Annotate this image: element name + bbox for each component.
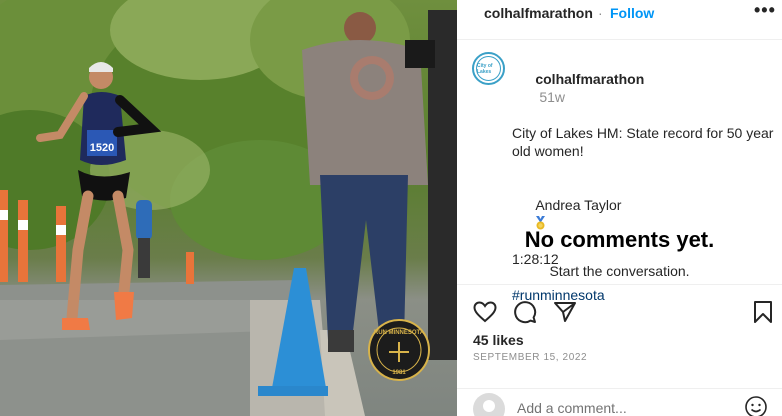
add-comment-bar (457, 388, 782, 416)
bookmark-icon[interactable] (753, 300, 773, 324)
svg-text:RUN MINNESOTA: RUN MINNESOTA (374, 330, 425, 336)
author-username[interactable]: colhalfmarathon (484, 5, 593, 21)
caption-headline: City of Lakes HM: State record for 50 ye… (512, 125, 778, 159)
run-minnesota-watermark: RUN MINNESOTA 1981 (368, 319, 430, 381)
post-header: colhalfmarathon · Follow ••• (457, 0, 782, 40)
author-avatar[interactable]: City of Lakes (472, 52, 505, 85)
caption-athlete-name: Andrea Taylor (535, 197, 622, 213)
paper-plane-icon[interactable] (553, 300, 577, 324)
avatar-logo: City of Lakes (476, 56, 501, 81)
no-comments-title: No comments yet. (524, 227, 715, 252)
time-ago[interactable]: 51w (539, 89, 565, 105)
post-side-panel: colhalfmarathon · Follow ••• City of Lak… (457, 0, 782, 416)
more-icon[interactable]: ••• (754, 0, 776, 21)
comment-input[interactable] (517, 397, 737, 416)
svg-text:1981: 1981 (392, 370, 406, 376)
comment-icon[interactable] (513, 300, 537, 324)
post-date[interactable]: SEPTEMBER 15, 2022 (473, 352, 587, 363)
smiley-icon[interactable] (744, 395, 768, 416)
follow-button[interactable]: Follow (610, 5, 654, 21)
no-comments-subtitle: Start the conversation. (549, 263, 690, 279)
current-user-avatar (473, 393, 505, 416)
race-scene: 1520 RUN MINNESOTA 1981 (0, 0, 457, 416)
post-photo[interactable]: 1520 RUN MINNESOTA 1981 (0, 0, 457, 416)
likes-count[interactable]: 45 likes (473, 332, 524, 348)
svg-text:1520: 1520 (90, 142, 114, 154)
caption-username[interactable]: colhalfmarathon (535, 71, 644, 87)
heart-icon[interactable] (473, 301, 497, 323)
separator-dot: · (598, 5, 603, 21)
